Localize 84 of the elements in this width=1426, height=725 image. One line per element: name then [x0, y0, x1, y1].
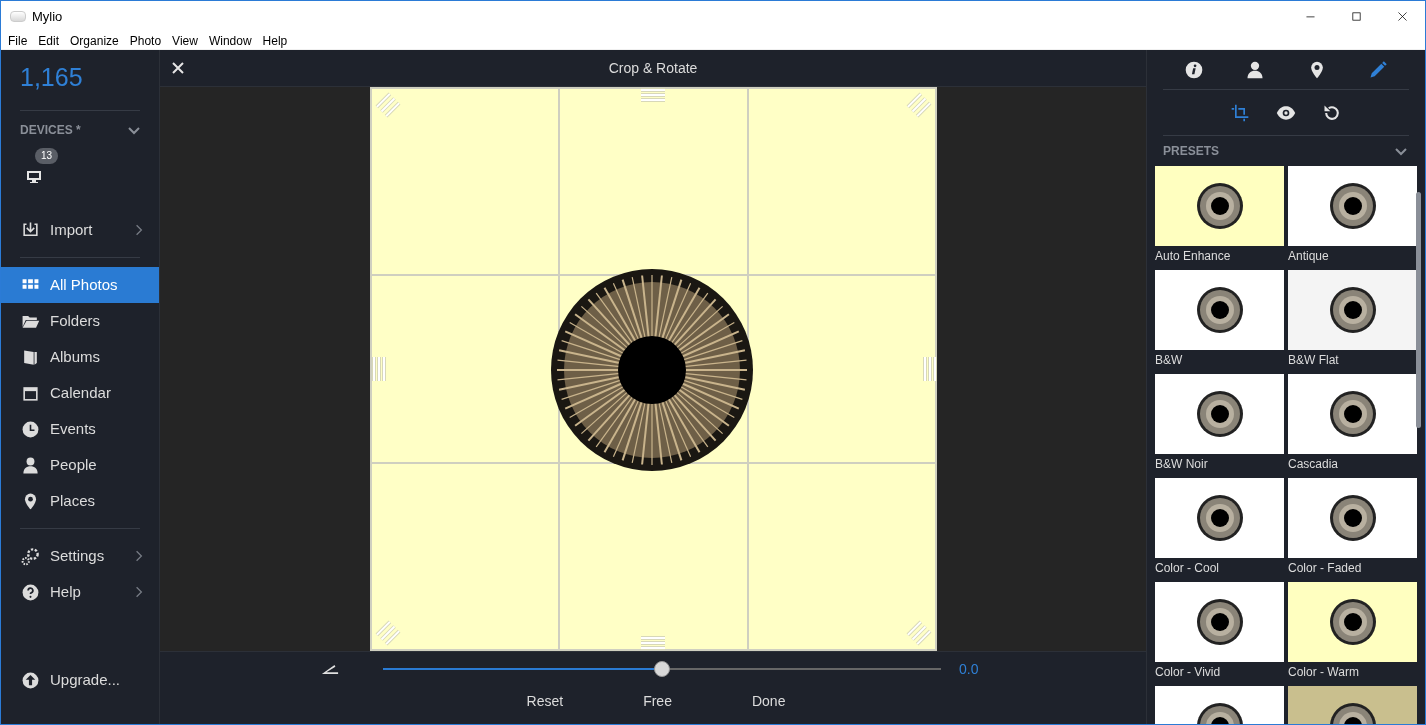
menu-item[interactable]: Edit: [38, 34, 60, 47]
maximize-icon: [1350, 11, 1362, 22]
upgrade-link[interactable]: Upgrade...: [1, 662, 159, 698]
nav-item[interactable]: Import: [1, 212, 159, 248]
menu-item[interactable]: Window: [208, 34, 252, 47]
help-icon: [21, 582, 40, 602]
count-badge: 13: [35, 148, 59, 164]
crop-handle: [905, 620, 932, 646]
close-icon: [1396, 11, 1408, 22]
nav-label: All Photos: [50, 274, 119, 295]
section-heading: PRESETS: [1163, 143, 1219, 160]
nav-label: Import: [50, 219, 94, 240]
preset-item[interactable]: B&W Flat: [1288, 270, 1417, 374]
preset-item[interactable]: Antique: [1288, 166, 1417, 270]
crop-handle: [640, 88, 665, 102]
crop-handle: [905, 92, 932, 118]
nav-label: Albums: [50, 346, 102, 367]
slider-thumb[interactable]: [654, 661, 670, 677]
preset-label: Cascadia: [1288, 457, 1340, 471]
upgrade-label: Upgrade...: [50, 669, 121, 690]
app-logo-icon: [10, 11, 26, 22]
gears-icon: [21, 546, 40, 566]
straighten-icon: [321, 663, 339, 675]
nav-item[interactable]: Folders: [1, 303, 159, 339]
preset-label: Color - Cool: [1155, 561, 1221, 575]
menu-item[interactable]: Organize: [70, 34, 119, 47]
menu-item[interactable]: View: [172, 34, 198, 47]
preset-item[interactable]: B&W Noir: [1155, 374, 1284, 478]
preset-item[interactable]: Cascadia: [1288, 374, 1417, 478]
preset-label: Auto Enhance: [1155, 249, 1232, 263]
nav-item[interactable]: Events: [1, 411, 159, 447]
nav-label: Settings: [50, 545, 106, 566]
close-button[interactable]: [170, 60, 186, 76]
nav-label: Help: [50, 581, 82, 602]
nav-item[interactable]: Places: [1, 483, 159, 519]
nav-label: People: [50, 454, 98, 475]
action-button[interactable]: Done: [731, 691, 806, 712]
preset-item[interactable]: Color - Faded: [1288, 478, 1417, 582]
preset-item[interactable]: Color - Warm: [1288, 582, 1417, 686]
crop-handle: [374, 620, 401, 646]
nav-item[interactable]: People: [1, 447, 159, 483]
editor-title: Crop & Rotate: [608, 58, 698, 78]
nav-label: Folders: [50, 310, 102, 331]
section-heading: DEVICES *: [20, 122, 81, 139]
menu-item[interactable]: Photo: [129, 34, 162, 47]
info-icon: [1183, 59, 1204, 80]
angle-reading: 0.0: [959, 659, 979, 679]
menu-item[interactable]: Help: [262, 34, 288, 47]
preset-label: B&W: [1155, 353, 1184, 367]
preset-item[interactable]: Color - Cool: [1155, 478, 1284, 582]
crop-handle: [922, 357, 937, 381]
nav-label: Places: [50, 490, 97, 511]
pencil-icon: [1368, 59, 1389, 80]
clock-icon: [21, 419, 40, 439]
upgrade-icon: [21, 670, 40, 690]
nav-item[interactable]: Calendar: [1, 375, 159, 411]
crop-handle: [374, 92, 401, 118]
preset-label: Antique: [1288, 249, 1330, 263]
menu-item[interactable]: File: [8, 34, 28, 47]
preset-item[interactable]: Color - Vivid: [1155, 582, 1284, 686]
scrollbar-thumb[interactable]: [1416, 192, 1421, 428]
nav-item[interactable]: Settings: [1, 538, 159, 574]
nav-label: Events: [50, 418, 97, 439]
nav-label: Calendar: [50, 382, 112, 403]
monitor-icon: [26, 169, 42, 185]
window-title: Mylio: [32, 7, 63, 26]
preset-item[interactable]: Auto Enhance: [1155, 166, 1284, 270]
crop-icon: [1230, 102, 1250, 123]
crop-handle: [640, 636, 665, 650]
nav-item[interactable]: Help: [1, 574, 159, 610]
preset-item[interactable]: B&W: [1155, 270, 1284, 374]
preset-label: B&W Flat: [1288, 353, 1340, 367]
preset-label: Color - Vivid: [1155, 665, 1222, 679]
crop-handle: [371, 357, 386, 381]
nav-item[interactable]: All Photos: [1, 267, 159, 303]
action-button[interactable]: Free: [623, 691, 692, 712]
action-button[interactable]: Reset: [506, 691, 584, 712]
preset-label: Color - Warm: [1288, 665, 1360, 679]
person-icon: [21, 455, 40, 475]
photo-count: 1,165: [20, 65, 84, 93]
preset-label: Color - Faded: [1288, 561, 1363, 575]
nav-item[interactable]: Albums: [1, 339, 159, 375]
preset-label: B&W Noir: [1155, 457, 1209, 471]
album-icon: [21, 347, 40, 367]
